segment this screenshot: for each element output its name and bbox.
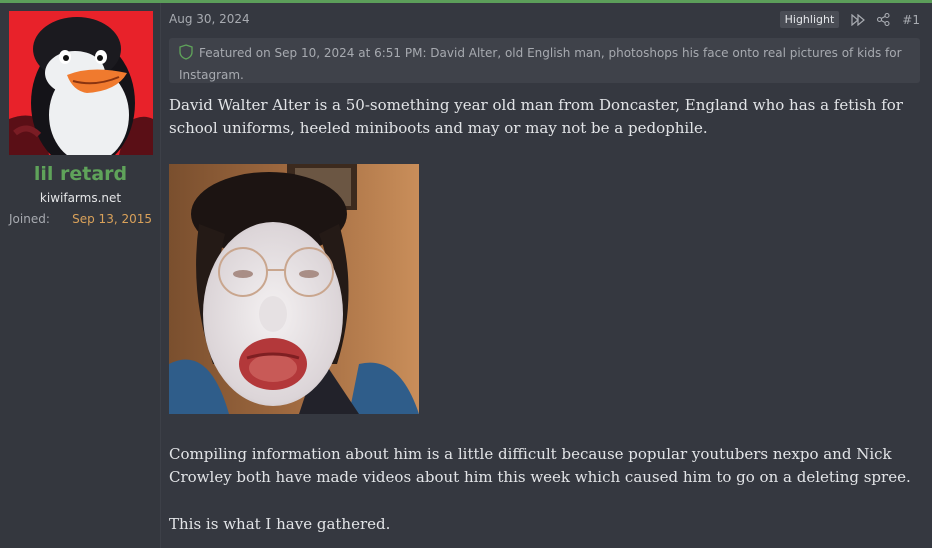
featured-notice: Featured on Sep 10, 2024 at 6:51 PM: Dav… — [169, 38, 920, 83]
paragraph-3: This is what I have gathered. — [169, 515, 391, 533]
featured-text: Featured on Sep 10, 2024 at 6:51 PM: Dav… — [179, 46, 902, 82]
post-content: Aug 30, 2024 Highlight #1 Featured on Se… — [161, 3, 932, 548]
paragraph-2: Compiling information about him is a lit… — [169, 445, 911, 486]
post-number[interactable]: #1 — [902, 13, 920, 27]
fast-forward-icon[interactable] — [851, 13, 866, 26]
avatar[interactable] — [9, 11, 153, 155]
joined-date: Sep 13, 2015 — [72, 212, 152, 226]
paragraph-1: David Walter Alter is a 50-something yea… — [169, 96, 903, 137]
forum-post: lil retard kiwifarms.net Joined: Sep 13,… — [0, 3, 932, 548]
penguin-avatar-icon — [9, 11, 153, 155]
post-date[interactable]: Aug 30, 2024 — [169, 12, 250, 26]
joined-label: Joined: — [9, 212, 50, 226]
highlight-button[interactable]: Highlight — [779, 11, 840, 28]
face-photo-image — [169, 164, 419, 414]
user-site: kiwifarms.net — [39, 191, 122, 205]
share-icon[interactable] — [877, 13, 890, 26]
shield-icon — [179, 44, 193, 66]
post-image[interactable] — [169, 164, 419, 414]
post-actions: Highlight #1 — [779, 11, 920, 28]
username[interactable]: lil retard — [0, 163, 161, 185]
user-sidebar: lil retard kiwifarms.net Joined: Sep 13,… — [0, 3, 161, 548]
